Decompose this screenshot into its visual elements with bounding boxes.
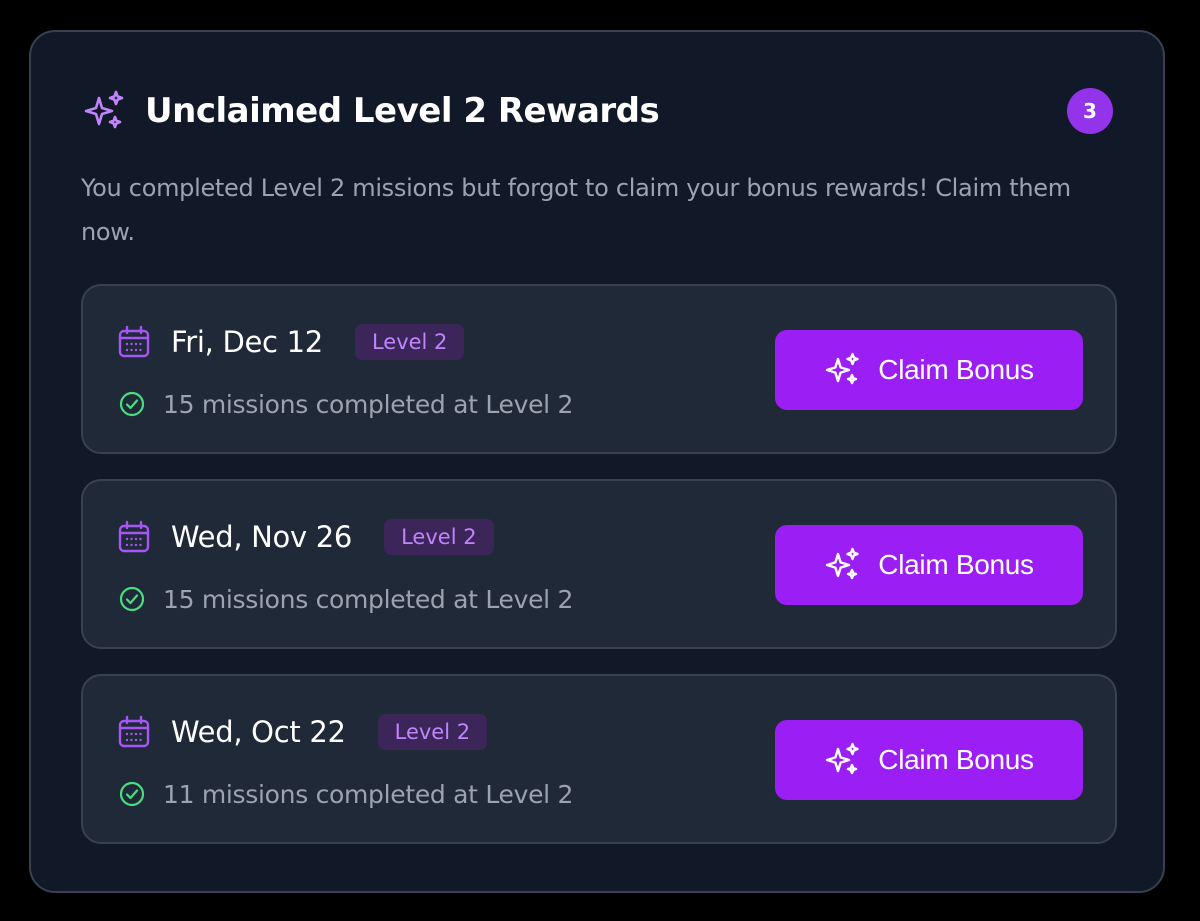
panel-description: You completed Level 2 missions but forgo… bbox=[81, 174, 1071, 246]
claim-bonus-button[interactable]: Claim Bonus bbox=[775, 720, 1083, 800]
check-circle-icon bbox=[117, 584, 147, 614]
panel-title: Unclaimed Level 2 Rewards bbox=[145, 91, 660, 131]
reward-date: Wed, Oct 22 bbox=[171, 715, 346, 749]
missions-completed-text: 15 missions completed at Level 2 bbox=[163, 584, 574, 614]
reward-date: Wed, Nov 26 bbox=[171, 520, 353, 554]
sparkles-icon bbox=[83, 89, 127, 133]
check-circle-icon bbox=[117, 779, 147, 809]
sparkles-icon bbox=[824, 351, 862, 389]
unclaimed-count-badge: 3 bbox=[1067, 88, 1113, 134]
reward-status: 15 missions completed at Level 2 bbox=[117, 581, 573, 617]
level-badge: Level 2 bbox=[384, 519, 494, 555]
reward-date: Fri, Dec 12 bbox=[171, 325, 323, 359]
level-badge: Level 2 bbox=[354, 324, 465, 360]
reward-list: Fri, Dec 12 Level 2 15 missions complete… bbox=[81, 284, 1117, 869]
reward-row: Fri, Dec 12 Level 2 15 missions complete… bbox=[81, 284, 1117, 454]
claim-bonus-label: Claim Bonus bbox=[878, 354, 1034, 385]
calendar-icon bbox=[117, 715, 151, 749]
sparkles-icon bbox=[824, 741, 862, 779]
check-circle-icon bbox=[117, 389, 147, 419]
reward-row: Wed, Oct 22 Level 2 11 missions complete… bbox=[81, 674, 1117, 844]
claim-bonus-label: Claim Bonus bbox=[878, 744, 1034, 775]
calendar-icon bbox=[117, 520, 151, 554]
claim-bonus-button[interactable]: Claim Bonus bbox=[775, 330, 1083, 410]
reward-status: 11 missions completed at Level 2 bbox=[117, 776, 573, 812]
panel-header: Unclaimed Level 2 Rewards 3 bbox=[83, 86, 1113, 136]
reward-row-header: Fri, Dec 12 Level 2 bbox=[117, 322, 465, 362]
reward-row-header: Wed, Nov 26 Level 2 bbox=[117, 517, 494, 557]
sparkles-icon bbox=[824, 546, 862, 584]
reward-status: 15 missions completed at Level 2 bbox=[117, 386, 573, 422]
claim-bonus-label: Claim Bonus bbox=[878, 549, 1034, 580]
level-badge: Level 2 bbox=[377, 714, 488, 750]
reward-row: Wed, Nov 26 Level 2 15 missions complete… bbox=[81, 479, 1117, 649]
claim-bonus-button[interactable]: Claim Bonus bbox=[775, 525, 1083, 605]
unclaimed-rewards-panel: Unclaimed Level 2 Rewards 3 You complete… bbox=[29, 30, 1165, 893]
calendar-icon bbox=[117, 325, 151, 359]
missions-completed-text: 11 missions completed at Level 2 bbox=[163, 779, 574, 809]
reward-row-header: Wed, Oct 22 Level 2 bbox=[117, 712, 488, 752]
missions-completed-text: 15 missions completed at Level 2 bbox=[163, 389, 574, 419]
